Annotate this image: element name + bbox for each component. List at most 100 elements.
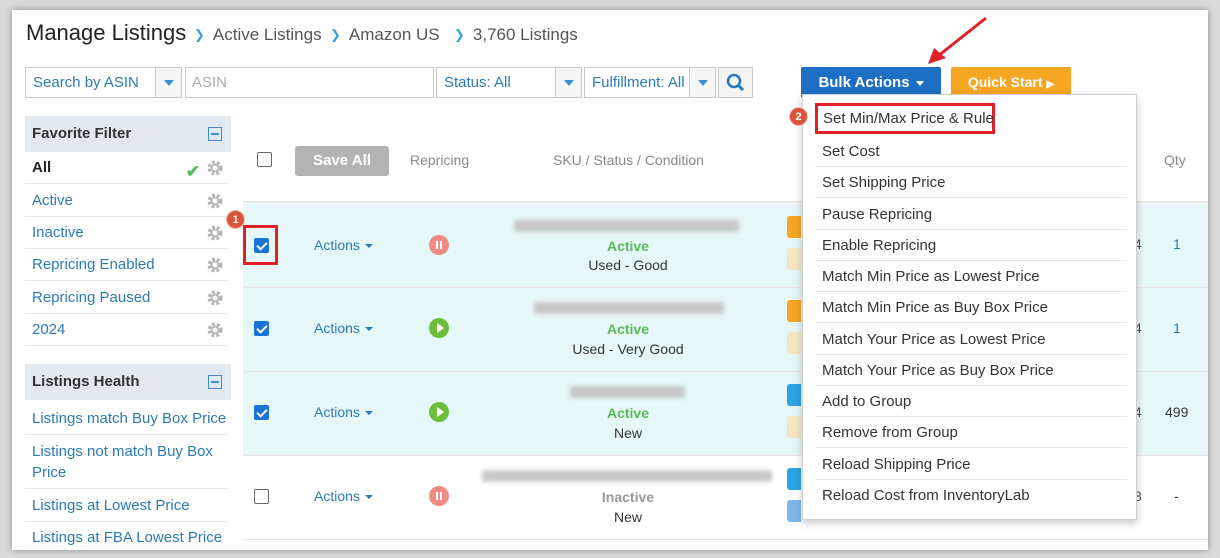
menu-item-add-to-group[interactable]: Add to Group [815,386,1127,417]
breadcrumb-count: ❯ 3,760 Listings [454,25,578,44]
favorite-active[interactable]: Active [25,185,228,217]
row-qty[interactable]: 1 [1173,236,1181,252]
row-checkbox[interactable] [254,405,269,420]
fbm-tag [787,468,801,490]
row-condition: Used - Very Good [572,341,684,357]
menu-item-remove-from-group[interactable]: Remove from Group [815,417,1127,448]
play-icon[interactable] [429,402,449,422]
fbm-tag [787,384,801,406]
fba-tag [787,300,801,322]
caret-down-icon [364,411,373,416]
collapse-icon[interactable] [208,375,222,389]
row-condition: Used - Good [588,257,668,273]
gear-icon[interactable] [206,224,224,242]
gear-icon[interactable] [206,321,224,339]
play-icon[interactable] [429,318,449,338]
health-lowest-price[interactable]: Listings at Lowest Price [25,490,228,522]
app-frame: Manage Listings ❯ Active Listings ❯ Amazon… [12,10,1208,550]
gear-icon[interactable] [206,256,224,274]
caret-down-icon [364,244,373,249]
search-icon [726,73,745,92]
gear-icon[interactable] [206,289,224,307]
pause-icon[interactable] [429,486,449,506]
collapse-icon[interactable] [208,127,222,141]
health-not-match-buy-box[interactable]: Listings not match Buy Box Price [25,436,228,489]
chevron-down-icon [689,68,715,97]
gear-icon[interactable] [206,192,224,210]
row-condition: New [613,425,642,441]
checkmark-icon: ✔ [185,162,200,181]
menu-item-set-cost[interactable]: Set Cost [815,136,1127,167]
search-button[interactable] [718,67,753,98]
menu-item-match-your-lowest[interactable]: Match Your Price as Lowest Price [815,324,1127,355]
redacted-sku [534,302,724,314]
row-status: Active [606,321,650,337]
redacted-sku [570,386,685,398]
menu-item-reload-cost[interactable]: Reload Cost from InventoryLab [815,480,1127,511]
row-status: Active [606,405,650,421]
favorite-all[interactable]: All ✔ [25,152,228,184]
step1-highlight [243,225,278,265]
menu-item-set-shipping-price[interactable]: Set Shipping Price [815,167,1127,198]
save-all-button[interactable]: Save All [295,146,389,176]
row-actions-dropdown[interactable]: Actions [314,404,373,420]
menu-item-enable-repricing[interactable]: Enable Repricing [815,230,1127,261]
cart-icon [787,332,801,354]
breadcrumb-active-listings[interactable]: ❯ Active Listings [194,25,322,45]
cart-icon [787,416,801,438]
caret-right-icon: ▶ [1046,79,1055,90]
menu-item-set-min-max-price[interactable]: Set Min/Max Price & Rule [815,103,995,134]
caret-down-icon [915,80,924,86]
menu-item-match-your-buy-box[interactable]: Match Your Price as Buy Box Price [815,355,1127,386]
pause-icon[interactable] [429,235,449,255]
row-condition: New [613,509,642,525]
search-by-select[interactable]: Search by ASIN [25,67,182,98]
row-status: Active [606,238,650,254]
chevron-right-icon: ❯ [194,27,205,42]
health-match-buy-box[interactable]: Listings match Buy Box Price [25,403,228,435]
favorite-filter-header[interactable]: Favorite Filter [25,116,231,152]
row-status: Inactive [601,489,655,505]
row-qty: 499 [1165,404,1189,420]
menu-item-match-min-lowest[interactable]: Match Min Price as Lowest Price [815,261,1127,292]
favorite-2024[interactable]: 2024 [25,314,228,346]
caret-down-icon [364,495,373,500]
page-title: Manage Listings [26,20,187,45]
chevron-right-icon: ❯ [330,27,341,42]
chevron-down-icon [555,68,581,97]
column-sku-status-condition: SKU / Status / Condition [553,152,704,168]
cart-icon [787,248,801,270]
select-all-checkbox[interactable] [257,152,272,167]
bulk-actions-menu: Set Min/Max Price & Rule Set Cost Set Sh… [802,94,1137,520]
chevron-right-icon: ❯ [454,27,465,42]
annotation-arrow-icon [928,16,987,64]
asin-search-input[interactable]: ASIN [185,67,434,98]
row-actions-dropdown[interactable]: Actions [314,488,373,504]
listings-health-header[interactable]: Listings Health [25,364,231,400]
favorite-repricing-enabled[interactable]: Repricing Enabled [25,249,228,281]
column-repricing: Repricing [410,152,470,168]
row-qty[interactable]: 1 [1173,320,1181,336]
caret-down-icon [364,327,373,332]
gear-icon[interactable] [206,159,224,177]
row-actions-dropdown[interactable]: Actions [314,320,373,336]
row-actions-dropdown[interactable]: Actions [314,237,373,253]
menu-item-match-min-buy-box[interactable]: Match Min Price as Buy Box Price [815,292,1127,323]
status-select[interactable]: Status: All [436,67,582,98]
menu-item-pause-repricing[interactable]: Pause Repricing [815,199,1127,230]
menu-item-reload-shipping[interactable]: Reload Shipping Price [815,449,1127,480]
fulfillment-select[interactable]: Fulfillment: All [584,67,716,98]
breadcrumb-marketplace[interactable]: ❯ Amazon US [330,25,440,45]
favorite-repricing-paused[interactable]: Repricing Paused [25,282,228,314]
row-checkbox[interactable] [254,489,269,504]
message-icon [787,500,801,522]
fba-tag [787,216,801,238]
row-checkbox[interactable] [254,321,269,336]
chevron-down-icon [155,68,181,97]
health-fba-lowest-price[interactable]: Listings at FBA Lowest Price [25,522,228,550]
step1-badge: 1 [226,210,245,229]
step2-badge: 2 [789,107,808,126]
redacted-sku [514,220,739,232]
redacted-sku [482,470,772,482]
favorite-inactive[interactable]: Inactive [25,217,228,249]
